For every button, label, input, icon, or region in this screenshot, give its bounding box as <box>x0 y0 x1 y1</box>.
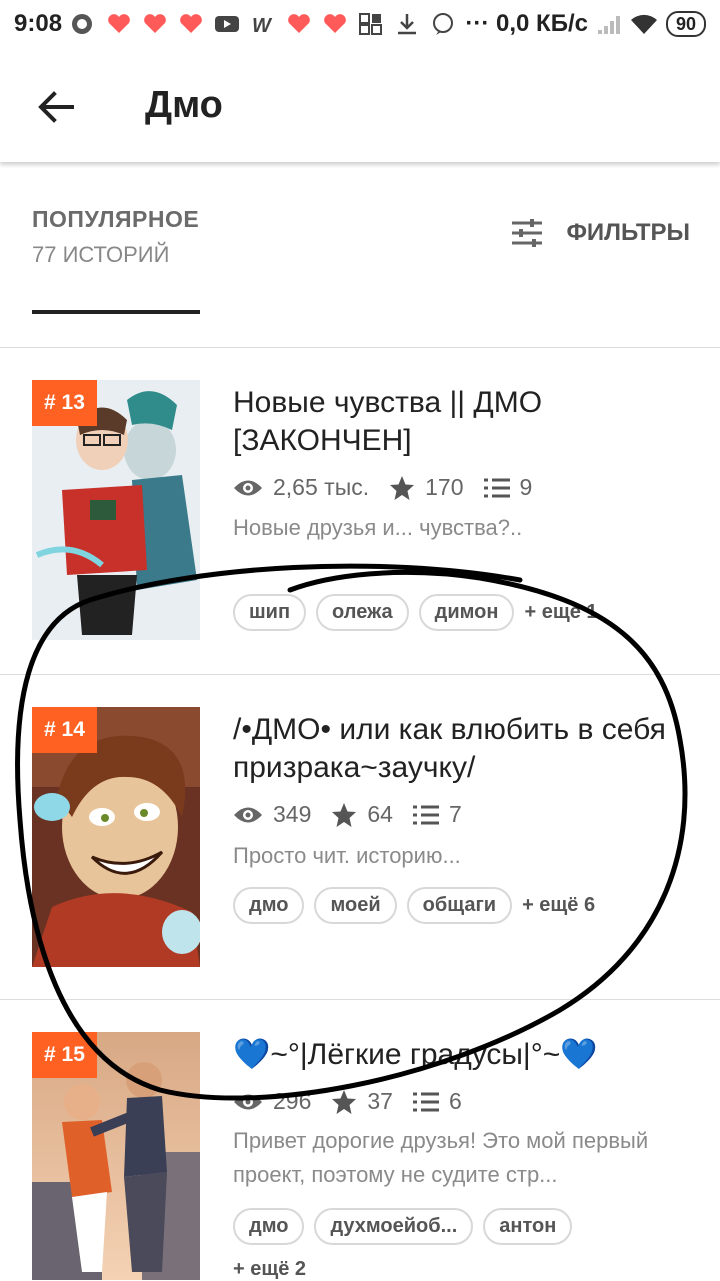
votes-stat: 170 <box>389 474 464 501</box>
notification-icons: W <box>70 12 456 36</box>
story-description: Привет дорогие друзья! Это мой первый пр… <box>233 1128 649 1187</box>
status-bar: 9:08 W ··· 0,0 КБ/с 90 <box>0 0 720 52</box>
parts-stat: 7 <box>412 801 462 828</box>
story-stats: 296 37 6 <box>233 1088 482 1115</box>
parts-stat: 6 <box>412 1088 462 1115</box>
app-bar: Дмо <box>0 52 720 162</box>
story-cover[interactable]: # 15 <box>32 1032 200 1280</box>
star-icon <box>332 1089 357 1114</box>
votes-stat: 37 <box>331 1088 393 1115</box>
back-arrow-icon[interactable] <box>30 82 80 132</box>
story-stats: 349 64 7 <box>233 801 482 828</box>
views-stat: 296 <box>233 1088 311 1115</box>
status-time: 9:08 <box>14 10 63 37</box>
divider <box>0 674 720 675</box>
eye-icon <box>234 480 262 495</box>
status-right: ··· 0,0 КБ/с 90 <box>465 10 706 38</box>
story-cover[interactable]: # 14 <box>32 707 200 967</box>
rank-badge: # 14 <box>32 707 97 753</box>
parts-stat: 9 <box>483 474 533 501</box>
tag-chip[interactable]: олежа <box>316 594 409 631</box>
youtube-icon <box>215 16 239 32</box>
eye-icon <box>234 807 262 822</box>
tag-chip[interactable]: общаги <box>406 887 513 924</box>
story-title[interactable]: Новые чувства || ДМО [ЗАКОНЧЕН] <box>233 384 683 460</box>
story-description: Новые друзья и... чувства?.. <box>233 515 523 540</box>
more-tags-link[interactable]: + ещё 1 <box>524 601 597 624</box>
filters-button[interactable]: ФИЛЬТРЫ <box>510 218 690 248</box>
filters-label: ФИЛЬТРЫ <box>566 219 690 246</box>
tab-underline <box>32 310 200 314</box>
parts-count: 6 <box>448 1088 462 1114</box>
views-stat: 2,65 тыс. <box>233 474 369 501</box>
page-title: Дмо <box>145 84 223 126</box>
tag-chip[interactable]: димон <box>418 594 515 631</box>
views-count: 296 <box>273 1088 312 1114</box>
heart-app-icon <box>288 14 310 33</box>
story-title[interactable]: /•ДМО• или как влюбить в себя призрака~з… <box>233 711 683 787</box>
w-app-icon: W <box>252 15 273 36</box>
net-speed: ··· 0,0 КБ/с <box>465 10 588 37</box>
story-tags-overflow: + ещё 2 <box>233 1258 306 1281</box>
divider <box>0 999 720 1000</box>
story-stats: 2,65 тыс. 170 9 <box>233 474 552 501</box>
story-cover[interactable]: # 13 <box>32 380 200 640</box>
tab-popular-label: ПОПУЛЯРНОЕ <box>32 206 200 232</box>
heart-app-icon <box>180 14 202 33</box>
star-icon <box>332 802 357 827</box>
tag-chip[interactable]: шип <box>233 594 307 631</box>
rank-badge: # 15 <box>32 1032 97 1078</box>
story-tags: шип олежа димон + ещё 1 <box>233 594 598 631</box>
tag-chip[interactable]: дмо <box>233 887 305 924</box>
story-tags: дмо духмоейоб... антон <box>233 1208 582 1245</box>
tag-chip[interactable]: дмо <box>233 1208 305 1245</box>
parts-count: 9 <box>519 474 533 500</box>
votes-count: 64 <box>367 801 393 827</box>
list-icon <box>412 805 439 824</box>
views-count: 349 <box>273 801 312 827</box>
battery-indicator: 90 <box>665 11 706 37</box>
more-tags-link[interactable]: + ещё 6 <box>522 894 595 917</box>
story-count: 77 ИСТОРИЙ <box>32 242 170 267</box>
list-icon <box>412 1092 439 1111</box>
votes-count: 37 <box>367 1088 393 1114</box>
download-icon <box>398 14 416 35</box>
divider <box>0 347 720 348</box>
grid-icon <box>359 13 382 35</box>
signal-icon <box>597 16 620 34</box>
wifi-icon <box>630 14 657 34</box>
votes-count: 170 <box>425 474 464 500</box>
votes-stat: 64 <box>331 801 393 828</box>
section-header: ПОПУЛЯРНОЕ 77 ИСТОРИЙ ФИЛЬТРЫ <box>0 162 720 348</box>
heart-app-icon <box>144 14 166 33</box>
eye-icon <box>234 1094 262 1109</box>
star-icon <box>390 475 415 500</box>
tag-chip[interactable]: духмоейоб... <box>314 1208 474 1245</box>
parts-count: 7 <box>448 801 462 827</box>
tag-chip[interactable]: антон <box>483 1208 573 1245</box>
story-title[interactable]: 💙~°|Лёгкие градусы|°~💙 <box>233 1036 683 1074</box>
views-count: 2,65 тыс. <box>273 474 370 500</box>
heart-app-icon <box>108 14 130 33</box>
story-tags: дмо моей общаги + ещё 6 <box>233 887 595 924</box>
heart-app-icon <box>324 14 346 33</box>
svg-text:W: W <box>252 15 273 36</box>
views-stat: 349 <box>233 801 311 828</box>
sliders-icon <box>512 219 543 247</box>
rank-badge: # 13 <box>32 380 97 426</box>
tag-chip[interactable]: моей <box>314 887 397 924</box>
list-icon <box>483 478 510 497</box>
more-tags-link[interactable]: + ещё 2 <box>233 1258 306 1281</box>
story-description: Просто чит. историю... <box>233 843 461 868</box>
messenger-icon <box>72 14 92 34</box>
viber-icon <box>433 13 453 35</box>
